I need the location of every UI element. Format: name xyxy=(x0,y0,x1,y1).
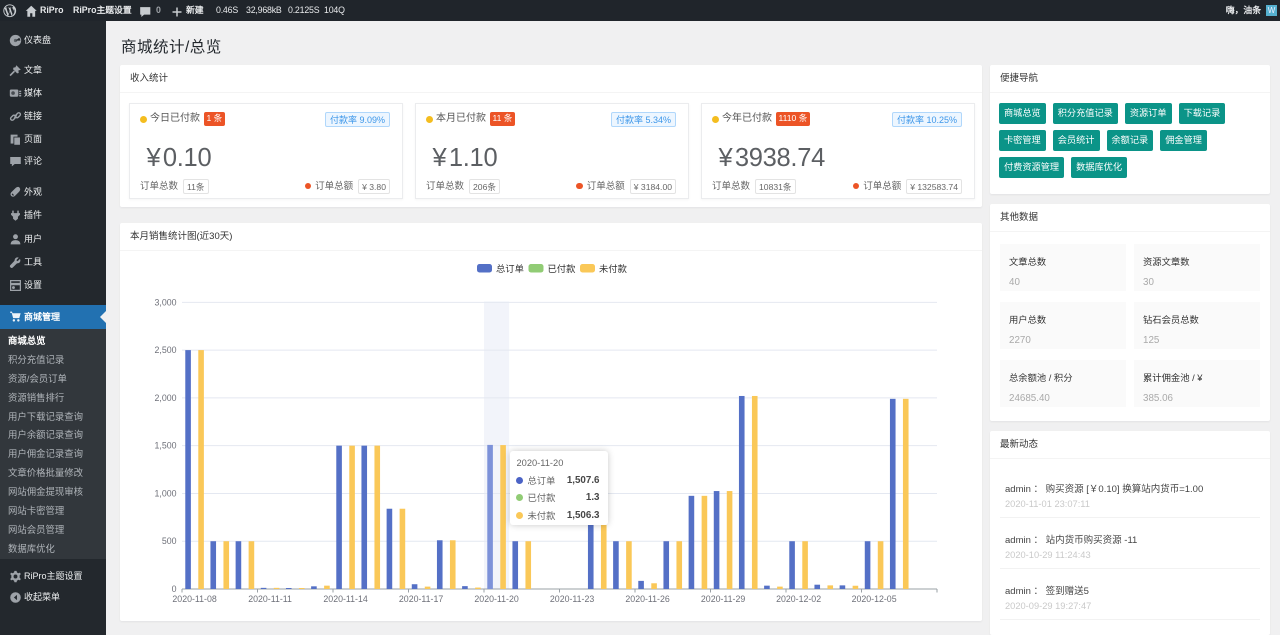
svg-text:500: 500 xyxy=(162,536,177,546)
svg-text:3,000: 3,000 xyxy=(154,297,176,307)
svg-text:2020-11-08: 2020-11-08 xyxy=(172,594,216,604)
svg-text:2020-11-11: 2020-11-11 xyxy=(248,594,292,604)
svg-text:2020-11-20: 2020-11-20 xyxy=(474,594,518,604)
svg-text:2020-11-14: 2020-11-14 xyxy=(323,594,367,604)
svg-text:总订单: 总订单 xyxy=(496,263,524,274)
svg-text:2020-11-29: 2020-11-29 xyxy=(701,594,745,604)
svg-text:2020-11-17: 2020-11-17 xyxy=(399,594,443,604)
svg-text:1,000: 1,000 xyxy=(154,488,176,498)
svg-text:0: 0 xyxy=(172,584,177,594)
svg-text:未付款: 未付款 xyxy=(599,263,628,274)
svg-text:2020-11-23: 2020-11-23 xyxy=(550,594,594,604)
svg-text:2020-12-05: 2020-12-05 xyxy=(852,594,897,604)
svg-text:1,500: 1,500 xyxy=(154,441,176,451)
svg-text:已付款: 已付款 xyxy=(548,263,577,274)
svg-text:2,500: 2,500 xyxy=(154,345,176,355)
svg-text:2020-12-02: 2020-12-02 xyxy=(776,594,821,604)
svg-text:2,000: 2,000 xyxy=(154,393,176,403)
svg-text:2020-11-26: 2020-11-26 xyxy=(625,594,669,604)
